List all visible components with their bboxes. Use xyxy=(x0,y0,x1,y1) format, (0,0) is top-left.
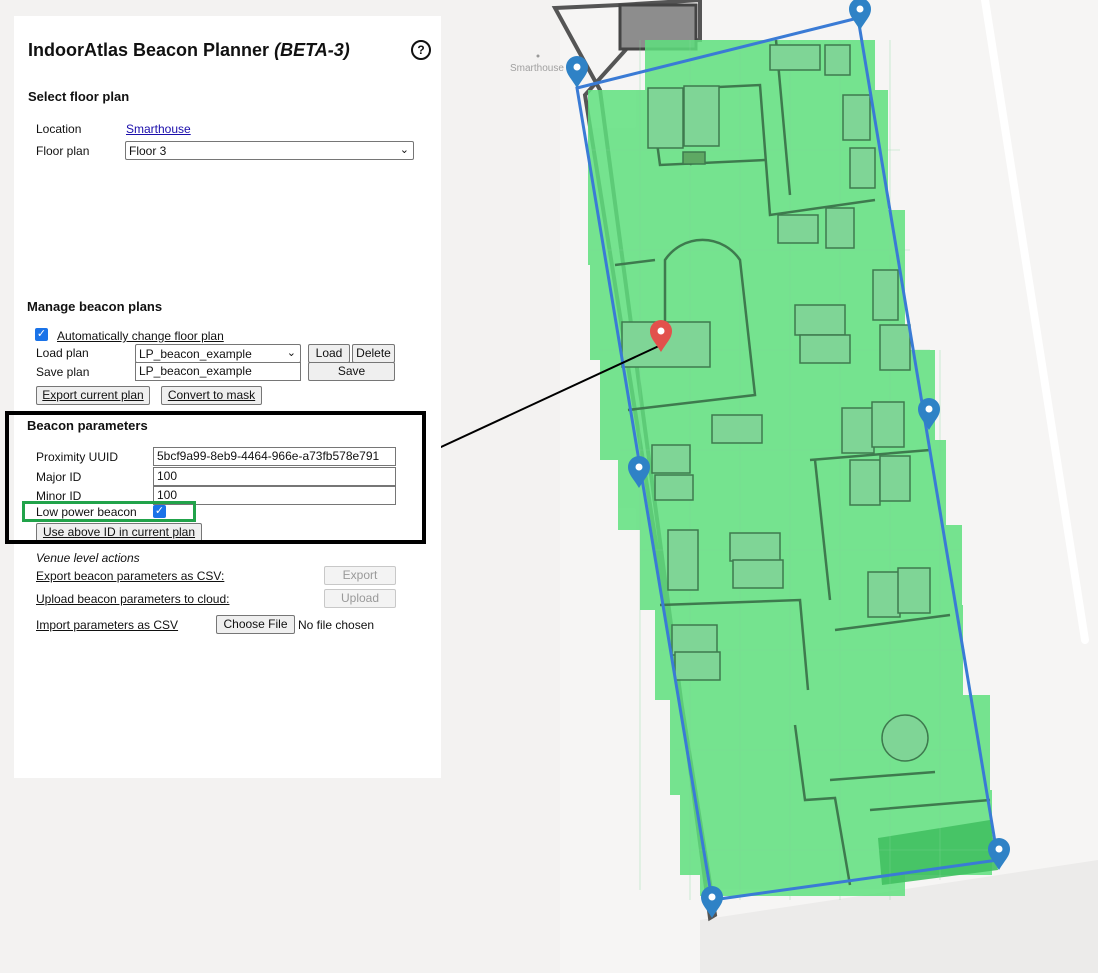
map-place-label: Smarthouse xyxy=(510,63,564,74)
control-panel: IndoorAtlas Beacon Planner (BETA-3) ? Se… xyxy=(14,16,441,778)
title-suffix: (BETA-3) xyxy=(274,40,350,60)
title-text: IndoorAtlas Beacon Planner xyxy=(28,40,270,60)
convert-to-mask-button[interactable]: Convert to mask xyxy=(161,386,262,405)
chevron-down-icon: ⌄ xyxy=(286,347,296,359)
load-plan-select-value: LP_beacon_example xyxy=(139,347,252,361)
no-file-text: No file chosen xyxy=(298,618,375,632)
floor-plan-label: Floor plan xyxy=(36,144,90,158)
export-csv-label: Export beacon parameters as CSV: xyxy=(36,569,225,583)
choose-file-button[interactable]: Choose File xyxy=(216,615,295,634)
floor-plan-select[interactable]: Floor 3 ⌄ xyxy=(125,141,414,160)
section-heading-manage: Manage beacon plans xyxy=(27,299,163,314)
save-button[interactable]: Save xyxy=(308,362,395,381)
annotation-box-low-power xyxy=(22,501,196,522)
load-plan-select[interactable]: LP_beacon_example ⌄ xyxy=(135,344,301,363)
export-csv-button[interactable]: Export xyxy=(324,566,396,585)
upload-button[interactable]: Upload xyxy=(324,589,396,608)
section-heading-floor-plan: Select floor plan xyxy=(28,89,130,104)
floor-plan-select-value: Floor 3 xyxy=(129,144,167,158)
import-csv-label: Import parameters as CSV xyxy=(36,618,179,632)
venue-heading: Venue level actions xyxy=(36,551,140,565)
help-circle-icon[interactable]: ? xyxy=(411,40,431,60)
load-plan-label: Load plan xyxy=(36,346,89,360)
save-plan-label: Save plan xyxy=(36,365,90,379)
export-current-plan-button[interactable]: Export current plan xyxy=(36,386,150,405)
chevron-down-icon: ⌄ xyxy=(399,144,409,156)
location-link[interactable]: Smarthouse xyxy=(126,122,191,136)
upload-label: Upload beacon parameters to cloud: xyxy=(36,592,230,606)
annotation-box-beacon-params xyxy=(5,411,426,544)
load-button[interactable]: Load xyxy=(308,344,350,363)
page-title: IndoorAtlas Beacon Planner (BETA-3) xyxy=(28,40,350,61)
auto-change-checkbox[interactable]: ✓ xyxy=(35,328,48,341)
auto-change-label[interactable]: Automatically change floor plan xyxy=(57,329,224,343)
delete-button[interactable]: Delete xyxy=(352,344,395,363)
place-dot xyxy=(536,54,540,58)
save-plan-input[interactable]: LP_beacon_example xyxy=(135,362,301,381)
location-label: Location xyxy=(36,122,82,136)
